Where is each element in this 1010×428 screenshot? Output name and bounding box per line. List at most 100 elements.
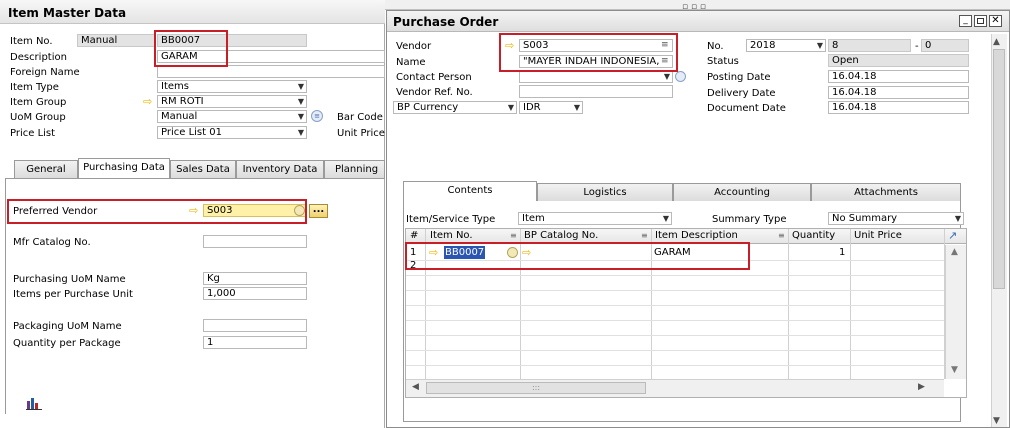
vendor-info-icon[interactable] bbox=[294, 205, 305, 216]
tab-logistics[interactable]: Logistics bbox=[537, 183, 673, 201]
tab-attachments[interactable]: Attachments bbox=[811, 183, 961, 201]
col-header-bp-catalog[interactable]: BP Catalog No. bbox=[524, 229, 598, 243]
row-divider bbox=[406, 320, 944, 321]
tab-inventory-data[interactable]: Inventory Data bbox=[236, 160, 324, 178]
name-list-icon[interactable]: ≡ bbox=[661, 56, 669, 66]
foreign-name-label: Foreign Name bbox=[10, 67, 80, 78]
document-date-label: Document Date bbox=[707, 103, 786, 114]
tab-accounting[interactable]: Accounting bbox=[673, 183, 811, 201]
no-label: No. bbox=[707, 41, 724, 52]
vendor-field[interactable]: S003 bbox=[519, 39, 673, 52]
summary-type-label: Summary Type bbox=[712, 214, 787, 225]
link-arrow-icon[interactable]: ⇨ bbox=[189, 205, 198, 216]
minimize-icon[interactable]: _ bbox=[959, 15, 972, 27]
col-header-item-no[interactable]: Item No. bbox=[430, 229, 473, 243]
currency-select[interactable]: IDR bbox=[519, 101, 583, 114]
table-row[interactable]: 2 bbox=[406, 260, 944, 275]
row-item-no-cell[interactable]: BB0007 bbox=[444, 246, 486, 259]
link-arrow-icon[interactable]: ⇨ bbox=[143, 96, 152, 107]
name-field[interactable]: "MAYER INDAH INDONESIA, bbox=[519, 55, 673, 68]
browse-button[interactable]: ... bbox=[309, 204, 328, 218]
tab-general[interactable]: General bbox=[14, 160, 78, 178]
mfr-catalog-field[interactable] bbox=[203, 235, 307, 248]
doc-suffix-field[interactable]: 0 bbox=[921, 39, 969, 52]
link-arrow-icon[interactable]: ⇨ bbox=[505, 40, 514, 51]
bp-currency-select[interactable]: BP Currency bbox=[393, 101, 517, 114]
price-list-select[interactable]: Price List 01 bbox=[157, 126, 307, 139]
vendor-label: Vendor bbox=[396, 41, 432, 52]
posting-date-label: Posting Date bbox=[707, 72, 771, 83]
doc-number-field[interactable]: 8 bbox=[828, 39, 911, 52]
item-type-select[interactable]: Items bbox=[157, 80, 307, 93]
preferred-vendor-field[interactable]: S003 bbox=[203, 204, 307, 217]
description-field[interactable]: GARAM bbox=[157, 50, 385, 63]
series-select[interactable]: 2018 bbox=[746, 39, 826, 52]
maximize-icon[interactable] bbox=[974, 15, 987, 27]
item-type-label: Item Type bbox=[10, 82, 59, 93]
grid-vertical-scrollbar[interactable] bbox=[945, 245, 966, 379]
chart-icon[interactable] bbox=[26, 396, 42, 410]
tab-planning-data[interactable]: Planning D bbox=[324, 160, 385, 178]
status-label: Status bbox=[707, 56, 739, 67]
tab-sales-data[interactable]: Sales Data bbox=[170, 160, 236, 178]
grid-scroll-left-icon[interactable]: ◀ bbox=[412, 382, 419, 392]
scroll-thumb[interactable] bbox=[993, 49, 1005, 289]
purchase-order-window: Purchase Order _ ✕ Vendor ⇨ S003 ≡ Name … bbox=[386, 10, 1010, 428]
grid-scroll-down-icon[interactable]: ▼ bbox=[951, 365, 958, 375]
row-divider bbox=[406, 290, 944, 291]
contact-select[interactable] bbox=[519, 70, 673, 83]
row-number: 1 bbox=[410, 247, 417, 258]
row-quantity-cell[interactable]: 1 bbox=[839, 247, 845, 258]
contact-label: Contact Person bbox=[396, 72, 472, 83]
item-service-label: Item/Service Type bbox=[406, 214, 496, 225]
item-no-series[interactable]: Manual bbox=[77, 34, 155, 47]
item-no-label: Item No. bbox=[10, 36, 53, 47]
qty-per-pack-label: Quantity per Package bbox=[13, 338, 121, 349]
col-header-quantity[interactable]: Quantity bbox=[792, 229, 835, 243]
table-row[interactable]: 1 ⇨ BB0007 ⇨ GARAM 1 bbox=[406, 245, 944, 260]
grid-scroll-right-icon[interactable]: ▶ bbox=[918, 382, 925, 392]
scroll-down-icon[interactable]: ▼ bbox=[993, 416, 1000, 426]
contact-info-icon[interactable] bbox=[675, 71, 686, 82]
row-description-cell[interactable]: GARAM bbox=[654, 247, 691, 258]
uom-info-icon[interactable]: ≡ bbox=[311, 110, 323, 122]
row-divider bbox=[406, 350, 944, 351]
items-per-unit-field[interactable]: 1,000 bbox=[203, 287, 307, 300]
item-no-field[interactable]: BB0007 bbox=[157, 34, 307, 47]
close-icon[interactable]: ✕ bbox=[989, 15, 1002, 27]
price-list-label: Price List bbox=[10, 128, 56, 139]
vendor-list-icon[interactable]: ≡ bbox=[661, 40, 669, 50]
posting-date-field[interactable]: 16.04.18 bbox=[828, 70, 969, 83]
description-label: Description bbox=[10, 52, 67, 63]
vendor-ref-field[interactable] bbox=[519, 85, 673, 98]
row-info-icon[interactable] bbox=[507, 247, 518, 258]
foreign-name-field[interactable] bbox=[157, 65, 385, 78]
uom-group-select[interactable]: Manual bbox=[157, 110, 307, 123]
grid-scroll-thumb[interactable]: ::: bbox=[426, 382, 646, 394]
tab-purchasing-data[interactable]: Purchasing Data bbox=[78, 158, 170, 178]
col-header-num: # bbox=[410, 230, 419, 241]
document-date-field[interactable]: 16.04.18 bbox=[828, 101, 969, 114]
qty-per-pack-field[interactable]: 1 bbox=[203, 336, 307, 349]
item-service-select[interactable]: Item bbox=[518, 212, 672, 225]
link-arrow-icon[interactable]: ⇨ bbox=[522, 247, 531, 258]
tab-contents[interactable]: Contents bbox=[403, 181, 537, 201]
uom-group-label: UoM Group bbox=[10, 112, 66, 123]
item-group-select[interactable]: RM ROTI bbox=[157, 95, 307, 108]
pack-uom-label: Packaging UoM Name bbox=[13, 321, 122, 332]
expand-icon[interactable]: ↗ bbox=[948, 229, 957, 242]
purch-uom-field[interactable]: Kg bbox=[203, 272, 307, 285]
pack-uom-field[interactable] bbox=[203, 319, 307, 332]
bar-code-label: Bar Code bbox=[337, 112, 383, 123]
vendor-ref-label: Vendor Ref. No. bbox=[396, 87, 473, 98]
delivery-date-field[interactable]: 16.04.18 bbox=[828, 86, 969, 99]
link-arrow-icon[interactable]: ⇨ bbox=[429, 247, 438, 258]
col-header-unit-price[interactable]: Unit Price bbox=[854, 229, 902, 243]
grid-scroll-up-icon[interactable]: ▲ bbox=[951, 247, 958, 257]
scroll-up-icon[interactable]: ▲ bbox=[993, 37, 1000, 47]
summary-type-select[interactable]: No Summary bbox=[828, 212, 964, 225]
col-header-list-icon: ≡ bbox=[641, 231, 648, 240]
no-dash: - bbox=[915, 41, 919, 52]
col-header-description[interactable]: Item Description bbox=[655, 229, 738, 243]
items-per-unit-label: Items per Purchase Unit bbox=[13, 289, 133, 300]
